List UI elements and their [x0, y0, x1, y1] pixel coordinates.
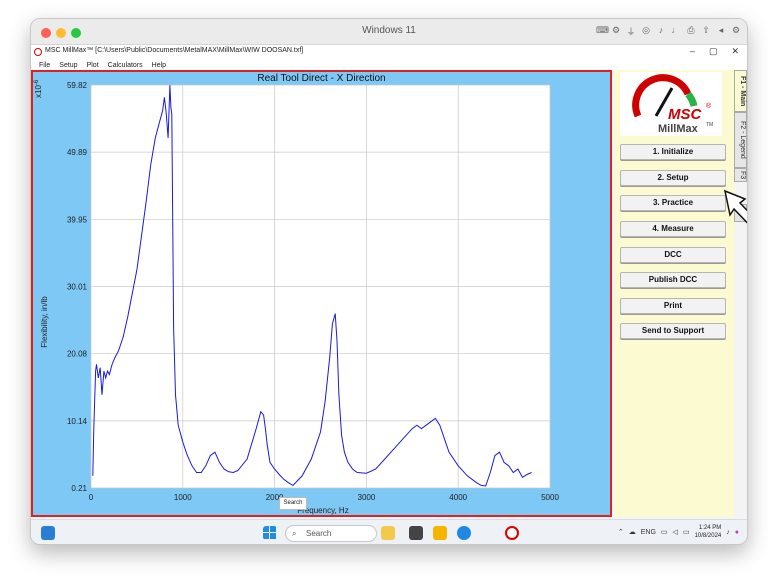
keyboard-icon[interactable]: ⌨	[596, 25, 609, 38]
initialize-button[interactable]: 1. Initialize	[620, 144, 726, 160]
search-tooltip: Search	[279, 497, 307, 510]
logo-product: MillMax	[658, 123, 699, 135]
widgets-icon[interactable]	[41, 526, 55, 540]
microphone-icon[interactable]: ♩	[671, 25, 681, 38]
practice-button[interactable]: 3. Practice	[620, 195, 726, 211]
x-tick-label: 5000	[541, 493, 559, 502]
x-tick-label: 0	[89, 493, 94, 502]
y-tick-label: 10.14	[67, 417, 88, 426]
volume-icon[interactable]: ◁	[673, 528, 678, 536]
mouse-cursor-icon	[723, 189, 747, 224]
file-explorer-icon[interactable]	[381, 526, 395, 540]
vm-titlebar: Windows 11 ⌨ ⚙ ⏚ ◎ ♪ ♩ ⎙ ⇧ ◂ ⚙	[31, 19, 747, 45]
millmax-app-icon[interactable]	[505, 526, 519, 540]
print-button[interactable]: Print	[620, 298, 726, 314]
minimize-window-button[interactable]: –	[690, 46, 695, 57]
vm-toolbar: ⌨ ⚙ ⏚ ◎ ♪ ♩ ⎙ ⇧ ◂ ⚙	[596, 25, 741, 38]
gauge-green-icon	[685, 91, 698, 107]
system-tray: ⌃ ☁ ENG ▭ ◁ ▭ 1:24 PM 10/8/2024 ♪ ●	[618, 524, 739, 540]
sound-icon[interactable]: ♪	[656, 25, 666, 38]
y-tick-label: 0.21	[71, 484, 87, 493]
settings-icon[interactable]: ⚙	[611, 25, 621, 38]
usb-icon[interactable]: ⏚	[626, 25, 636, 38]
battery-icon[interactable]: ▭	[683, 528, 690, 536]
tab-f3[interactable]: F3	[734, 168, 747, 182]
clock-time: 1:24 PM	[698, 525, 722, 531]
copilot-icon[interactable]: ●	[735, 529, 739, 536]
y-tick-label: 39.95	[67, 215, 88, 224]
onedrive-icon[interactable]: ☁	[629, 528, 636, 536]
millmax-logo: MSC ® MillMax TM	[620, 72, 722, 136]
language-indicator[interactable]: ENG	[641, 529, 656, 536]
y-tick-label: 30.01	[67, 283, 88, 292]
publish-dcc-button[interactable]: Publish DCC	[620, 272, 726, 288]
x-tick-label: 4000	[449, 493, 467, 502]
windows-start-icon[interactable]	[263, 526, 277, 540]
send-to-support-button[interactable]: Send to Support	[620, 323, 726, 339]
measure-button[interactable]: 4. Measure	[620, 221, 726, 237]
taskbar: ⌕ Search ⌃ ☁ ENG ▭ ◁ ▭ 1:24 PM 10/8/2024…	[31, 519, 747, 544]
y-tick-label: 20.08	[67, 350, 88, 359]
search-placeholder: Search	[306, 529, 332, 538]
task-view-icon[interactable]	[409, 526, 423, 540]
gear-icon[interactable]: ⚙	[731, 25, 741, 38]
maximize-window-button[interactable]: ▢	[709, 46, 718, 57]
frf-chart[interactable]: 0.21 10.14 20.08 30.01 39.95 49.89 59.82 0 1000…	[33, 72, 610, 515]
clock-date: 10/8/2024	[694, 533, 722, 539]
clock[interactable]: 1:24 PM 10/8/2024	[695, 524, 722, 540]
window-controls: – ▢ ✕	[690, 46, 739, 57]
y-tick-label: 59.82	[67, 81, 88, 90]
app-titlebar: MSC MillMax™ [C:\Users\Public\Documents\…	[31, 45, 747, 60]
app-title: MSC MillMax™ [C:\Users\Public\Documents\…	[45, 47, 304, 54]
edge-icon[interactable]	[457, 526, 471, 540]
logo-registered: ®	[706, 102, 712, 110]
close-window-button[interactable]: ✕	[731, 46, 739, 57]
disc-icon[interactable]: ◎	[641, 25, 651, 38]
side-panel: MSC ® MillMax TM 1. Initialize 2. Setup …	[614, 70, 734, 517]
y-tick-label: 49.89	[67, 148, 88, 157]
setup-button[interactable]: 2. Setup	[620, 170, 726, 186]
vm-window: Windows 11 ⌨ ⚙ ⏚ ◎ ♪ ♩ ⎙ ⇧ ◂ ⚙ MSC MillM…	[30, 18, 748, 545]
notification-bell-icon[interactable]: ♪	[726, 529, 730, 536]
printer-icon[interactable]: ⎙	[686, 25, 696, 38]
tab-legend[interactable]: F2 - Legend	[734, 112, 747, 168]
logo-brand: MSC	[668, 106, 703, 123]
back-icon[interactable]: ◂	[716, 25, 726, 38]
y-exponent-label: x10-6	[34, 79, 43, 98]
dcc-button[interactable]: DCC	[620, 247, 726, 263]
taskbar-search[interactable]: ⌕ Search	[285, 525, 377, 542]
y-axis-label: Flexibility, in/lb	[40, 296, 49, 348]
plot-panel: Real Tool Direct - X Direction 0.21 10.14…	[31, 70, 612, 517]
x-tick-label: 1000	[174, 493, 192, 502]
network-icon[interactable]: ▭	[661, 528, 668, 536]
search-icon: ⌕	[292, 529, 297, 538]
x-tick-label: 3000	[358, 493, 376, 502]
logo-tm: TM	[706, 122, 713, 128]
folder-icon[interactable]	[433, 526, 447, 540]
app-logo-icon	[34, 48, 42, 56]
chevron-up-icon[interactable]: ⌃	[618, 528, 624, 536]
tab-main[interactable]: F1 - Main	[734, 70, 747, 112]
share-icon[interactable]: ⇧	[701, 25, 711, 38]
